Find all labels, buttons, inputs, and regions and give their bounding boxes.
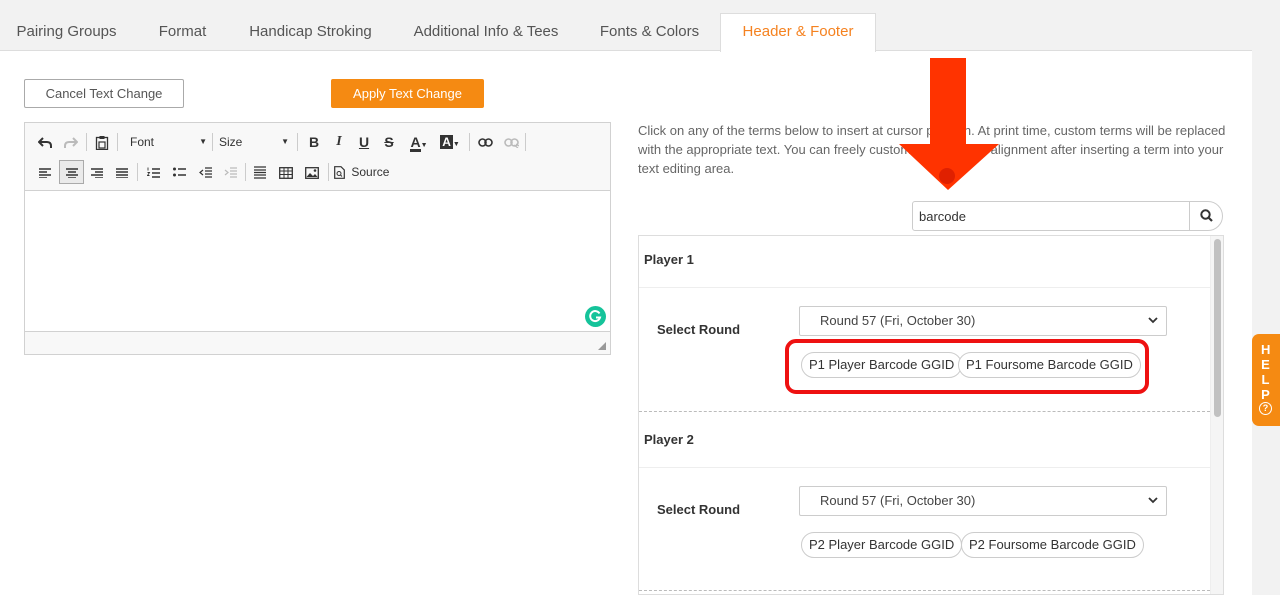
player-2-title: Player 2 — [644, 432, 694, 447]
source-icon — [334, 166, 345, 180]
apply-text-change-button[interactable]: Apply Text Change — [331, 79, 484, 108]
editor-text-area[interactable] — [25, 192, 610, 331]
italic-icon[interactable]: I — [329, 131, 349, 153]
player-1-round-value: Round 57 (Fri, October 30) — [820, 313, 976, 328]
toolbar-separator — [212, 133, 213, 151]
tab-format[interactable]: Format — [142, 14, 223, 51]
horizontal-rule-icon[interactable] — [250, 161, 270, 183]
player-2-round-select[interactable]: Round 57 (Fri, October 30) — [799, 486, 1167, 516]
tab-fonts-colors[interactable]: Fonts & Colors — [589, 14, 710, 51]
decrease-indent-icon[interactable] — [195, 161, 215, 183]
size-dropdown[interactable]: Size ▼ — [215, 131, 291, 153]
player-1-title: Player 1 — [644, 252, 694, 267]
help-question-icon: ? — [1259, 402, 1272, 415]
player-divider — [639, 590, 1210, 591]
text-color-icon[interactable]: A▼ — [406, 131, 432, 153]
search-icon — [1200, 209, 1213, 222]
toolbar-separator — [137, 163, 138, 181]
search-button[interactable] — [1189, 202, 1223, 230]
toolbar-separator — [117, 133, 118, 151]
tab-bar: Pairing Groups Format Handicap Stroking … — [0, 0, 1280, 52]
toolbar-separator — [525, 133, 526, 151]
divider — [639, 467, 1210, 468]
align-justify-icon[interactable] — [112, 161, 132, 183]
background-color-icon[interactable]: A ▼ — [437, 131, 463, 153]
caret-down-icon: ▼ — [281, 137, 289, 146]
chevron-down-icon — [1148, 497, 1158, 504]
align-center-icon[interactable] — [59, 160, 84, 184]
grammarly-icon[interactable] — [585, 306, 606, 327]
underline-icon[interactable]: U — [354, 131, 374, 153]
align-right-icon[interactable] — [87, 161, 107, 183]
terms-list-scrollbar[interactable] — [1210, 236, 1223, 594]
unlink-icon[interactable] — [501, 131, 521, 153]
toolbar-separator — [297, 133, 298, 151]
image-icon[interactable] — [302, 161, 322, 183]
player-1-round-select[interactable]: Round 57 (Fri, October 30) — [799, 306, 1167, 336]
tab-handicap-stroking[interactable]: Handicap Stroking — [238, 14, 383, 51]
highlight-annotation — [785, 339, 1149, 394]
player-2-select-round-label: Select Round — [657, 502, 741, 517]
term-search-input[interactable] — [914, 203, 1188, 229]
increase-indent-icon[interactable] — [220, 161, 240, 183]
help-tab[interactable]: HELP ? — [1252, 334, 1280, 426]
redo-icon[interactable] — [61, 131, 81, 153]
tab-additional-info-tees[interactable]: Additional Info & Tees — [403, 14, 569, 51]
chevron-down-icon — [1148, 317, 1158, 324]
resize-handle-icon[interactable] — [598, 342, 606, 350]
bold-icon[interactable]: B — [304, 131, 324, 153]
font-dropdown-label: Font — [130, 135, 155, 149]
scrollbar-thumb[interactable] — [1214, 239, 1221, 417]
player-divider — [639, 411, 1210, 412]
toolbar-separator — [245, 163, 246, 181]
undo-icon[interactable] — [35, 131, 55, 153]
editor-toolbar: Font ▼ Size ▼ B I U S A▼ A ▼ Source — [25, 123, 610, 191]
caret-down-icon: ▼ — [199, 137, 207, 146]
toolbar-separator — [86, 133, 87, 151]
tab-header-footer[interactable]: Header & Footer — [720, 13, 876, 52]
cancel-text-change-button[interactable]: Cancel Text Change — [24, 79, 184, 108]
help-label: HELP — [1261, 342, 1272, 402]
source-button-label: Source — [351, 165, 390, 179]
numbered-list-icon[interactable] — [143, 161, 163, 183]
table-icon[interactable] — [276, 161, 296, 183]
toolbar-separator — [328, 163, 329, 181]
rich-text-editor: Font ▼ Size ▼ B I U S A▼ A ▼ Source — [24, 122, 611, 355]
red-arrow-annotation — [899, 58, 999, 190]
size-dropdown-label: Size — [219, 135, 243, 149]
terms-list: Player 1 Select Round Round 57 (Fri, Oct… — [638, 235, 1224, 595]
term-search-box — [912, 201, 1223, 231]
divider — [639, 287, 1210, 288]
term-chip-p2-player-barcode[interactable]: P2 Player Barcode GGID — [801, 532, 963, 558]
align-left-icon[interactable] — [35, 161, 55, 183]
player-1-select-round-label: Select Round — [657, 322, 741, 337]
font-dropdown[interactable]: Font ▼ — [125, 131, 209, 153]
source-button[interactable]: Source — [334, 161, 394, 183]
paste-icon[interactable] — [91, 131, 113, 153]
strikethrough-icon[interactable]: S — [379, 131, 399, 153]
player-2-round-value: Round 57 (Fri, October 30) — [820, 493, 976, 508]
term-chip-p2-foursome-barcode[interactable]: P2 Foursome Barcode GGID — [961, 532, 1144, 558]
editor-footer — [25, 331, 610, 354]
tab-pairing-groups[interactable]: Pairing Groups — [0, 14, 133, 51]
link-icon[interactable] — [475, 131, 495, 153]
bulleted-list-icon[interactable] — [169, 161, 189, 183]
toolbar-separator — [469, 133, 470, 151]
